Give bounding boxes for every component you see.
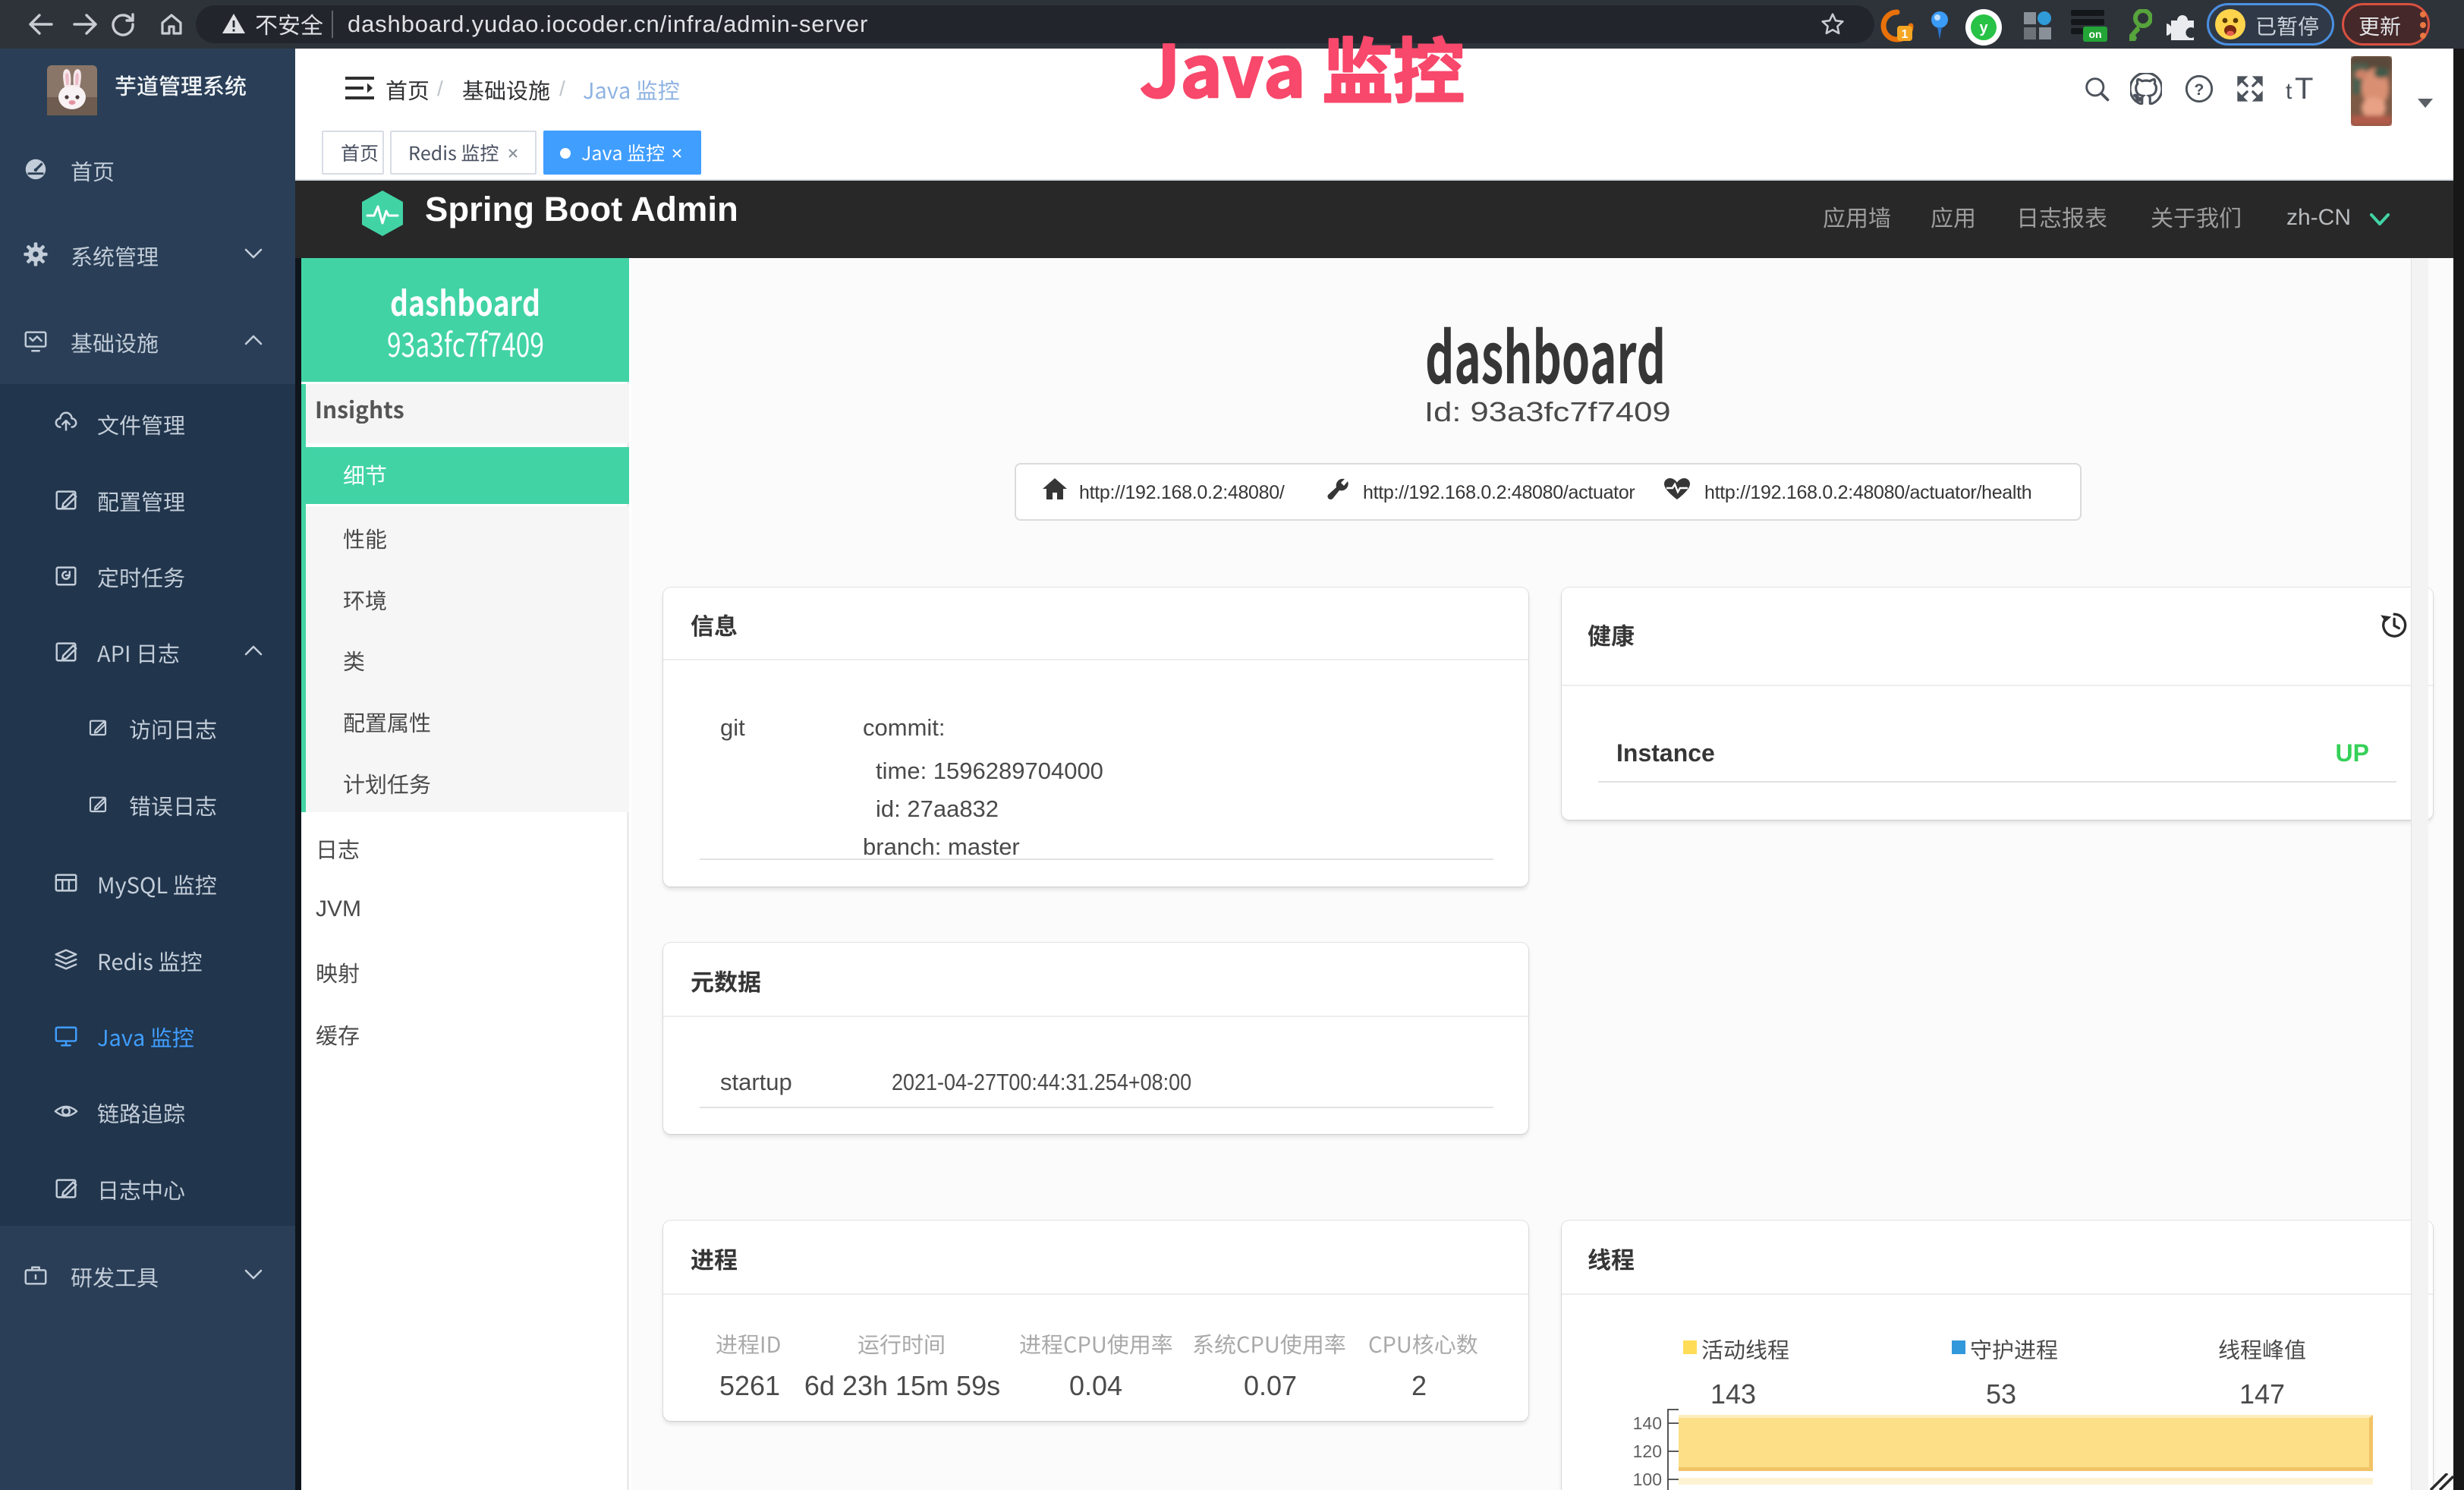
svg-text:1: 1 [1902,28,1909,41]
svg-text:T: T [2295,76,2313,103]
svg-text:t: t [2286,79,2292,103]
svg-text:y: y [1979,20,1988,36]
svg-text:?: ? [2195,81,2204,99]
svg-text:on: on [2088,28,2101,40]
